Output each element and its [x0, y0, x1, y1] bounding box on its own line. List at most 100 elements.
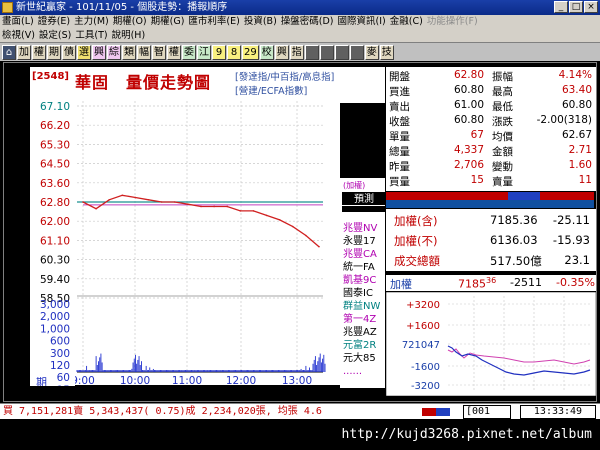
volume-tick: 3,000 — [40, 299, 70, 311]
price-point — [291, 225, 294, 228]
broker-item[interactable]: 元大85 — [343, 352, 385, 365]
menu-item[interactable]: 金融(C) — [388, 16, 425, 27]
mini-chart-header: 加權 718536 -2511 -0.35% — [386, 275, 596, 291]
stat-label: 單量 — [389, 131, 410, 143]
index-link-1[interactable]: [發達指/中百指/高息指] — [235, 69, 334, 83]
mini-tick: -3200 — [411, 381, 440, 392]
volume-tick: 60 — [57, 372, 70, 384]
toolbar-button[interactable]: 29 — [242, 44, 259, 60]
stat-label: 振幅 — [492, 71, 513, 83]
menu-item[interactable]: 國際資訊(I) — [336, 16, 388, 27]
toolbar-button[interactable]: 興 — [92, 44, 106, 60]
broker-item[interactable]: 兆豐NV — [343, 222, 385, 235]
toolbar-button[interactable] — [334, 44, 349, 60]
mini-change: -2511 — [510, 276, 542, 289]
toolbar-button[interactable]: 智 — [152, 44, 166, 60]
toolbar-button[interactable]: 麥 — [364, 44, 379, 60]
maximize-button[interactable]: □ — [569, 1, 583, 13]
menu-item[interactable]: 證券(E) — [36, 16, 72, 27]
code-input[interactable]: [001 — [463, 405, 511, 419]
toolbar-button[interactable]: 類 — [122, 44, 136, 60]
toolbar-button[interactable]: 選 — [77, 44, 91, 60]
broker-item[interactable]: 兆豐CA — [343, 248, 385, 261]
toolbar-button[interactable]: 江 — [197, 44, 211, 60]
toolbar-button[interactable]: 技 — [379, 44, 394, 60]
broker-item[interactable]: 國泰IC — [343, 287, 385, 300]
menu-item[interactable]: 匯市利率(E) — [186, 16, 241, 27]
menu-item[interactable]: 投資(B) — [242, 16, 279, 27]
toolbar-button[interactable]: 興 — [274, 44, 289, 60]
stat-value: -2.00(318) — [536, 114, 592, 126]
index-mini-chart[interactable]: +3200 +1600 721047 -1600 -3200 — [385, 291, 597, 397]
minimize-button[interactable]: _ — [554, 1, 568, 13]
price-point — [213, 205, 215, 208]
broker-item[interactable]: 群益NW — [343, 300, 385, 313]
watermark: http://kujd3268.pixnet.net/album — [0, 420, 600, 450]
broker-item[interactable]: 元富2R — [343, 339, 385, 352]
menu-item[interactable]: 期權(G) — [149, 16, 187, 27]
menu-item[interactable]: 功能操作(F) — [425, 16, 480, 27]
toolbar-button[interactable]: 委 — [182, 44, 196, 60]
toolbar-button[interactable]: 指 — [289, 44, 304, 60]
menu-bar-secondary: 檢視(V) 設定(S) 工具(T) 說明(H) — [0, 29, 600, 43]
price-point — [95, 207, 97, 210]
stat-label: 最低 — [492, 101, 513, 113]
broker-item[interactable]: ...... — [343, 365, 385, 378]
stat-value: 1.60 — [568, 159, 592, 171]
close-button[interactable]: × — [584, 1, 598, 13]
stat-row: 收盤 60.80 漲跌 -2.00(318) — [386, 114, 596, 128]
menu-item[interactable]: 期權(O) — [111, 16, 149, 27]
price-tick: 61.10 — [40, 235, 70, 247]
stat-value: 11 — [578, 174, 592, 186]
menu-item[interactable]: 主力(M) — [72, 16, 111, 27]
menu-item[interactable]: 畫面(L) — [0, 16, 36, 27]
toolbar-button[interactable]: 9 — [212, 44, 226, 60]
toolbar-button[interactable]: 加 — [17, 44, 31, 60]
price-point — [252, 210, 255, 212]
stat-value: 4,337 — [453, 144, 484, 156]
toolbar-button[interactable]: 權 — [32, 44, 46, 60]
menu-item[interactable]: 檢視(V) — [0, 30, 37, 41]
toolbar-button[interactable] — [304, 44, 319, 60]
toolbar-button[interactable]: 期 — [47, 44, 61, 60]
broker-item[interactable]: 兆豐AZ — [343, 326, 385, 339]
stat-row: 賣出 61.00 最低 60.80 — [386, 99, 596, 113]
toolbar-button[interactable]: 債 — [62, 44, 76, 60]
menu-item[interactable]: 工具(T) — [73, 30, 109, 41]
forecast-badge[interactable]: 預測 — [354, 192, 374, 205]
price-tick: 62.80 — [40, 197, 70, 209]
menu-item[interactable]: 設定(S) — [37, 30, 73, 41]
stat-value: 61.00 — [453, 99, 484, 111]
price-volume-chart[interactable]: 9:00 10:00 11:00 12:00 13:00 — [71, 96, 340, 387]
home-icon[interactable]: ⌂ — [2, 44, 16, 60]
toolbar-button[interactable]: 綜 — [107, 44, 121, 60]
broker-item[interactable]: 永豐17 — [343, 235, 385, 248]
toolbar-button[interactable]: 權 — [167, 44, 181, 60]
volume-tick: 1,000 — [40, 323, 70, 335]
index-label: 加權(含) — [394, 214, 438, 228]
price-point — [160, 201, 163, 203]
stat-label: 買進 — [389, 86, 410, 98]
menu-item[interactable]: 說明(H) — [110, 30, 148, 41]
toolbar-button[interactable] — [319, 44, 334, 60]
price-point — [226, 205, 229, 208]
broker-item[interactable]: 第一4Z — [343, 313, 385, 326]
price-point — [239, 210, 242, 212]
index-link-2[interactable]: [營建/ECFA指數] — [235, 83, 307, 97]
toolbar-button[interactable]: 8 — [227, 44, 241, 60]
status-text: 買 7,151,281賣 5,343,437( 0.75)成 2,234,020… — [3, 406, 322, 417]
volume-tick: 15 — [57, 384, 70, 386]
broker-item[interactable]: 凱基9C — [343, 274, 385, 287]
menu-item[interactable]: 操盤密碼(D) — [279, 16, 336, 27]
broker-item[interactable]: 統一FA — [343, 261, 385, 274]
toolbar-button[interactable]: 校 — [259, 44, 274, 60]
buy-sell-bar — [386, 192, 594, 200]
index-label: 加權(不) — [394, 234, 438, 248]
stock-code: [2548] — [32, 71, 69, 82]
toolbar-button[interactable] — [349, 44, 364, 60]
window-controls: _ □ × — [554, 1, 598, 13]
price-tick: 63.60 — [40, 178, 70, 190]
toolbar-button[interactable]: 幅 — [137, 44, 151, 60]
quote-stats: 開盤 62.80 振幅 4.14% 買進 60.80 最高 63.40 賣出 61.00 最低 60.… — [386, 67, 596, 191]
price-tick: 62.00 — [40, 216, 70, 228]
